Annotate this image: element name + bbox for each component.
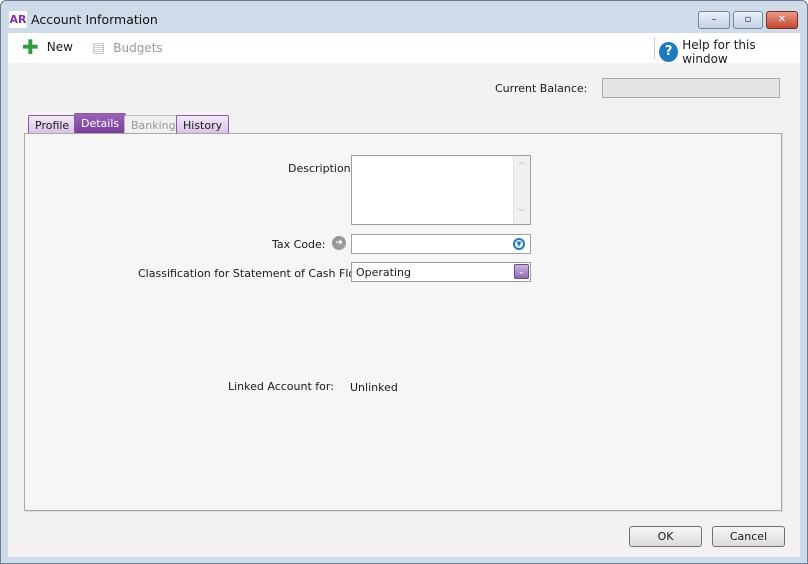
chevron-down-icon[interactable]: ▼ [513,238,525,250]
linked-account-label: Linked Account for: [228,380,334,393]
tax-code-label: Tax Code: [272,238,326,251]
title-bar: AR Account Information – ▫ ✕ [1,1,807,35]
toolbar-divider [654,37,655,59]
scroll-down-icon[interactable]: ﹀ [514,207,530,218]
chevron-down-icon[interactable]: ⌄ [514,264,529,279]
linked-account-value: Unlinked [350,381,398,394]
help-icon: ? [659,42,679,62]
budgets-label: Budgets [113,41,163,55]
budgets-button[interactable]: ▤ Budgets [92,40,163,56]
details-panel: Description: ︿ ﹀ Tax Code: ➜ ▼ Classifica… [24,133,782,511]
new-label: New [46,40,73,54]
description-scrollbar[interactable]: ︿ ﹀ [513,156,530,224]
account-information-window: AR Account Information – ▫ ✕ ✚ New ▤ Bud… [0,0,808,564]
description-textarea[interactable] [351,155,531,225]
ok-button[interactable]: OK [629,526,702,547]
scroll-up-icon[interactable]: ︿ [514,156,530,167]
minimize-button[interactable]: – [698,11,730,29]
tab-history[interactable]: History [176,115,230,133]
toolbar: ✚ New ▤ Budgets ? Help for this window [8,33,800,66]
tab-details[interactable]: Details [74,113,127,133]
window-title: Account Information [31,12,158,27]
tab-profile[interactable]: Profile [28,115,77,133]
current-balance-field [602,78,780,98]
description-label: Description: [288,162,355,175]
tax-code-select[interactable] [351,234,531,254]
plus-icon: ✚ [22,35,39,59]
app-logo-icon: AR [9,11,27,28]
help-label: Help for this window [682,38,756,66]
current-balance-label: Current Balance: [495,82,588,95]
cancel-button[interactable]: Cancel [712,526,785,547]
close-button[interactable]: ✕ [766,11,798,29]
budgets-document-icon: ▤ [92,40,106,56]
arrow-right-icon[interactable]: ➜ [332,236,346,250]
maximize-button[interactable]: ▫ [733,11,763,29]
classification-select[interactable]: Operating [351,262,531,282]
new-button[interactable]: ✚ New [22,35,73,59]
tab-banking[interactable]: Banking [124,115,183,133]
help-button[interactable]: ? Help for this window [659,38,800,66]
classification-label: Classification for Statement of Cash Flo… [138,267,374,280]
client-area: ✚ New ▤ Budgets ? Help for this window C… [8,33,800,557]
